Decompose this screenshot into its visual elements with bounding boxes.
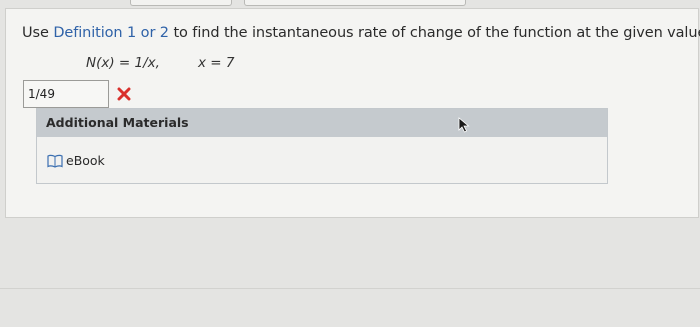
given-value: x = 7 bbox=[198, 55, 235, 71]
answer-field[interactable]: 1/49 bbox=[23, 80, 109, 108]
ebook-label: eBook bbox=[66, 153, 105, 168]
question-panel: Use Definition 1 or 2 to find the instan… bbox=[5, 8, 700, 218]
function-formula: N(x) = 1/x, bbox=[86, 55, 160, 71]
top-tab-left bbox=[130, 0, 232, 6]
mouse-cursor-icon bbox=[458, 117, 470, 133]
red-x-icon bbox=[117, 87, 131, 101]
top-tab-right bbox=[244, 0, 466, 6]
additional-materials-header: Additional Materials bbox=[37, 109, 607, 137]
additional-materials-panel: Additional Materials eBook bbox=[36, 108, 608, 184]
section-divider bbox=[0, 288, 700, 289]
question-suffix: to find the instantaneous rate of change… bbox=[168, 25, 700, 41]
definition-link[interactable]: Definition 1 or 2 bbox=[53, 25, 169, 41]
question-text: Use Definition 1 or 2 to find the instan… bbox=[22, 25, 700, 41]
question-prefix: Use bbox=[22, 25, 54, 41]
book-icon bbox=[47, 154, 63, 168]
ebook-link[interactable]: eBook bbox=[47, 153, 105, 168]
